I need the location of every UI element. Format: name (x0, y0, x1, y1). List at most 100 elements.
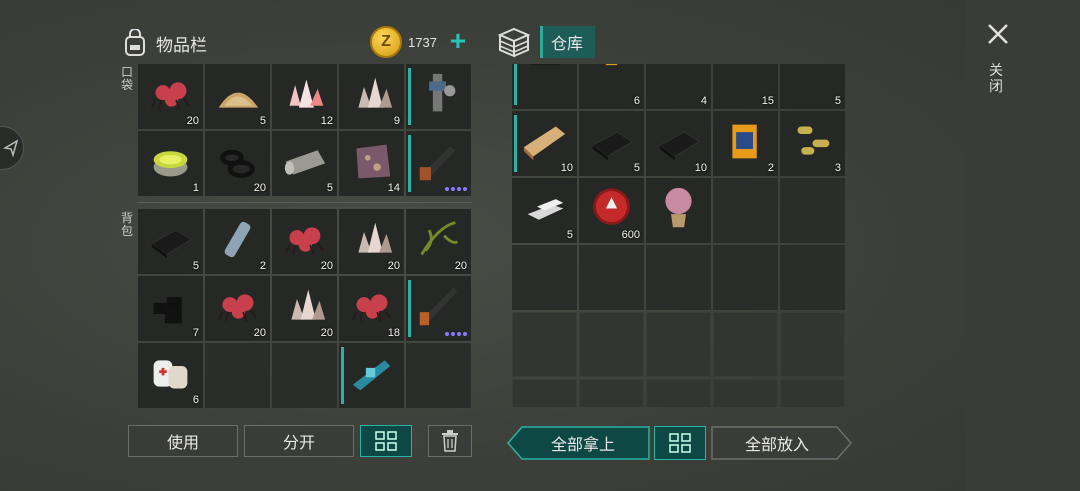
item-count: 14 (387, 182, 400, 194)
item-count: 20 (253, 327, 266, 339)
backpack-slot[interactable] (205, 343, 270, 408)
warehouse-slot[interactable] (512, 379, 577, 407)
warehouse-slot[interactable] (713, 245, 778, 310)
section-divider (137, 202, 472, 203)
steel-ingot-icon (788, 64, 837, 97)
warehouse-slot[interactable] (579, 245, 644, 310)
item-count: 12 (320, 115, 333, 127)
pocket-slot[interactable] (406, 64, 471, 129)
close-label[interactable]: 关闭 (989, 62, 1005, 94)
pocket-slot[interactable]: 12 (272, 64, 337, 129)
bullets-icon (605, 64, 618, 66)
warehouse-slot[interactable]: 15 (713, 64, 778, 109)
backpack-slot[interactable]: 20 (272, 276, 337, 341)
backpack-slot[interactable]: 2 (205, 209, 270, 274)
warehouse-slot[interactable]: 3 (780, 111, 845, 176)
use-button[interactable]: 使用 (128, 425, 238, 457)
warehouse-slot[interactable]: 2 (713, 111, 778, 176)
pocket-slot[interactable] (406, 131, 471, 196)
quartz-crystal-icon (358, 77, 393, 108)
pocket-slot[interactable]: 5 (272, 131, 337, 196)
animal-hide-icon (356, 144, 391, 179)
backpack-slot[interactable]: 20 (205, 276, 270, 341)
warehouse-slot[interactable] (713, 178, 778, 243)
warehouse-slot[interactable] (780, 245, 845, 310)
backpack-slot[interactable]: 20 (339, 209, 404, 274)
coin-amount: 1737 (408, 34, 437, 50)
durability-bar (408, 135, 411, 192)
bottle-cap-icon (593, 188, 630, 225)
trash-button[interactable] (428, 425, 472, 457)
backpack-slot[interactable]: 20 (406, 209, 471, 274)
warehouse-slot[interactable]: 4 (646, 64, 711, 109)
take-all-button[interactable]: 全部拿上 (506, 426, 650, 460)
sort-grid-icon (669, 433, 691, 453)
item-count: 20 (186, 115, 199, 127)
warehouse-grid-viewport[interactable]: 6 4 15 5 10 5 10 2 3 5 600 (512, 64, 846, 407)
pocket-slot[interactable]: 20 (205, 131, 270, 196)
warehouse-title: 仓库 (540, 26, 596, 58)
pocket-slot[interactable]: 20 (138, 64, 203, 129)
split-button[interactable]: 分开 (244, 425, 354, 457)
warehouse-slot[interactable] (646, 178, 711, 243)
item-count: 9 (393, 115, 400, 127)
durability-bar (514, 115, 517, 172)
pocket-slot[interactable]: 1 (138, 131, 203, 196)
warehouse-slot[interactable] (780, 178, 845, 243)
pocket-slot[interactable]: 14 (339, 131, 404, 196)
warehouse-slot[interactable] (780, 379, 845, 407)
backpack-slot[interactable]: 5 (138, 209, 203, 274)
trash-icon (442, 430, 458, 452)
item-count: 20 (454, 260, 467, 272)
item-count: 3 (834, 162, 841, 174)
warehouse-slot[interactable]: 5 (780, 64, 845, 109)
warehouse-slot[interactable] (646, 379, 711, 407)
black-fabric-icon (658, 131, 701, 161)
item-count: 5 (566, 229, 573, 241)
backpack-slot[interactable]: 18 (339, 276, 404, 341)
dog-biscuits-icon (797, 126, 830, 155)
item-count: 1 (192, 182, 199, 194)
red-spider-glands-icon (284, 227, 324, 255)
plus-icon[interactable]: + (445, 27, 471, 55)
backpack-slot[interactable]: 6 (138, 343, 203, 408)
put-all-button[interactable]: 全部放入 (711, 426, 853, 460)
warehouse-slot[interactable]: 5 (579, 111, 644, 176)
warehouse-slot[interactable] (512, 312, 577, 377)
backpack-slot[interactable] (406, 276, 471, 341)
warehouse-slot[interactable] (646, 245, 711, 310)
backpack-slot[interactable] (339, 343, 404, 408)
warehouse-slot[interactable] (579, 379, 644, 407)
inventory-title: 物品栏 (156, 35, 207, 55)
item-count: 4 (700, 95, 707, 107)
backpack-slot[interactable]: 20 (272, 209, 337, 274)
pocket-slot[interactable]: 9 (339, 64, 404, 129)
item-count: 600 (621, 229, 640, 241)
backpack-slot[interactable] (406, 343, 471, 408)
warehouse-slot[interactable] (780, 312, 845, 377)
sort-inventory-button[interactable] (360, 425, 412, 457)
warehouse-slot[interactable] (579, 312, 644, 377)
durability-bar (408, 68, 411, 125)
warehouse-slot[interactable] (512, 245, 577, 310)
pocket-slot[interactable]: 5 (205, 64, 270, 129)
item-count: 20 (320, 260, 333, 272)
warehouse-slot[interactable]: 5 (512, 178, 577, 243)
close-button[interactable] (984, 20, 1012, 48)
warehouse-slot[interactable] (512, 64, 577, 109)
warehouse-slot[interactable] (713, 379, 778, 407)
warehouse-slot[interactable]: 6 (579, 64, 644, 109)
take-all-label: 全部拿上 (550, 437, 615, 454)
sort-warehouse-button[interactable] (654, 426, 706, 460)
warehouse-slot[interactable] (713, 312, 778, 377)
upgrade-dots (445, 332, 467, 336)
warehouse-slot[interactable]: 10 (646, 111, 711, 176)
black-fabric-icon (591, 131, 634, 161)
warehouse-slot[interactable]: 600 (579, 178, 644, 243)
warehouse-slot[interactable] (646, 312, 711, 377)
backpack-slot[interactable] (272, 343, 337, 408)
pills-icon (654, 64, 703, 97)
sort-grid-icon (375, 431, 397, 451)
warehouse-slot[interactable]: 10 (512, 111, 577, 176)
backpack-slot[interactable]: 7 (138, 276, 203, 341)
